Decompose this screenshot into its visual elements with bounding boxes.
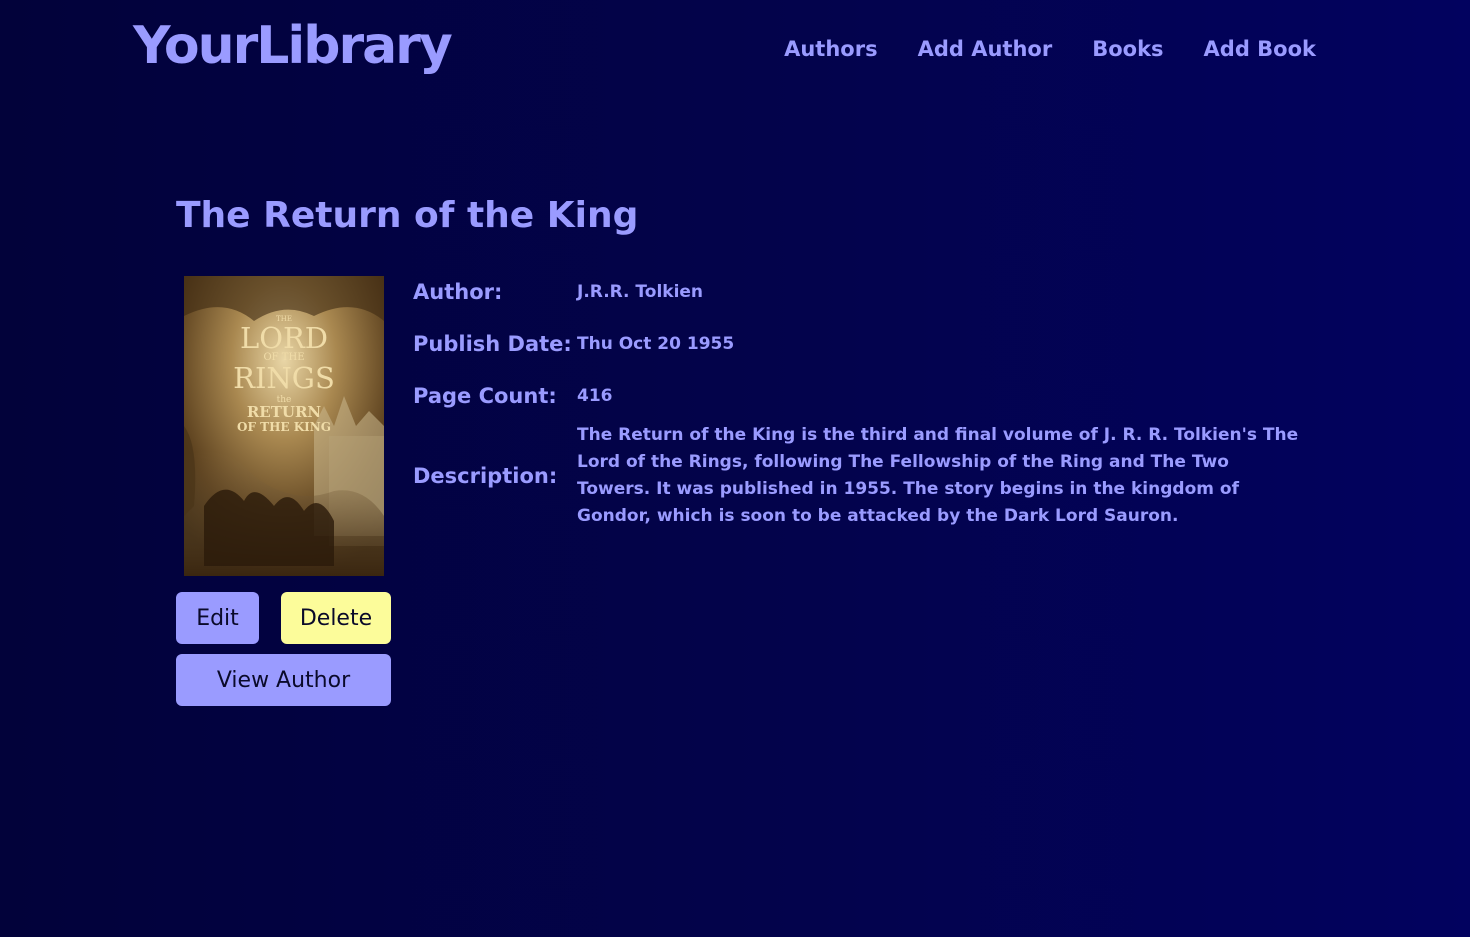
cover-text-return: RETURN [247, 403, 322, 421]
main-nav: Authors Add Author Books Add Book [784, 34, 1316, 64]
nav-link-add-book[interactable]: Add Book [1204, 34, 1316, 64]
description-label: Description: [413, 464, 558, 488]
book-title: The Return of the King [176, 195, 639, 236]
page-count-label: Page Count: [413, 384, 557, 408]
author-label: Author: [413, 280, 503, 304]
publish-date-label: Publish Date: [413, 332, 572, 356]
detail-row-page-count: Page Count: 416 [413, 380, 1313, 412]
nav-link-authors[interactable]: Authors [784, 34, 877, 64]
page-count-value: 416 [577, 385, 613, 406]
nav-link-books[interactable]: Books [1092, 34, 1163, 64]
book-cover-image: THE LORD OF THE RINGS the RETURN OF THE … [184, 276, 384, 576]
publish-date-value: Thu Oct 20 1955 [577, 333, 735, 354]
author-value: J.R.R. Tolkien [577, 281, 704, 302]
detail-row-publish-date: Publish Date: Thu Oct 20 1955 [413, 328, 1313, 360]
site-header: YourLibrary Authors Add Author Books Add… [0, 0, 1470, 100]
description-value: The Return of the King is the third and … [577, 425, 1299, 526]
view-author-button[interactable]: View Author [176, 654, 391, 706]
cover-text-rings: RINGS [233, 361, 335, 395]
nav-link-add-author[interactable]: Add Author [918, 34, 1053, 64]
detail-row-description: Description: The Return of the King is t… [413, 420, 1313, 532]
delete-button[interactable]: Delete [281, 592, 391, 644]
book-details: Author: J.R.R. Tolkien Publish Date: Thu… [413, 276, 1313, 532]
detail-row-author: Author: J.R.R. Tolkien [413, 276, 1313, 308]
cover-text-lord: LORD [240, 321, 328, 355]
edit-button[interactable]: Edit [176, 592, 259, 644]
site-logo[interactable]: YourLibrary [133, 14, 453, 78]
cover-text-ofthe-king: OF THE KING [237, 420, 331, 434]
book-cover-art: THE LORD OF THE RINGS the RETURN OF THE … [184, 276, 384, 576]
